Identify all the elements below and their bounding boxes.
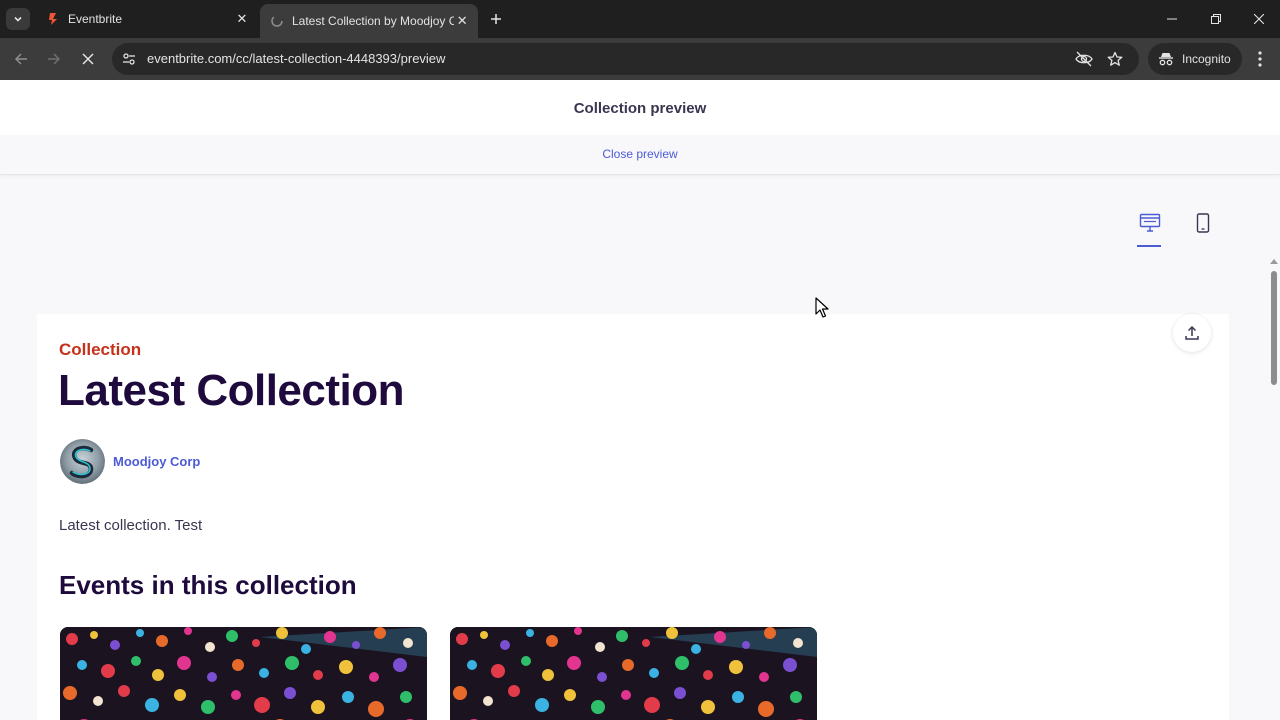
forward-arrow-icon <box>48 53 61 65</box>
eventbrite-favicon-icon <box>49 13 57 25</box>
loading-favicon-icon <box>271 15 283 27</box>
scrollbar-thumb[interactable] <box>1271 271 1277 385</box>
chevron-down-icon <box>14 16 22 22</box>
more-vertical-icon <box>1258 51 1262 67</box>
stop-loading-button[interactable] <box>76 47 100 71</box>
stop-icon <box>82 53 94 65</box>
tab-latest-collection[interactable]: Latest Collection by Moodjoy C ✕ <box>260 4 478 38</box>
page-scrollbar[interactable] <box>1268 257 1280 720</box>
tab-title: Eventbrite <box>68 12 123 26</box>
collection-description: Latest collection. Test <box>59 517 203 534</box>
incognito-icon <box>1159 53 1173 66</box>
page-viewport: Collection preview Close preview Collect… <box>0 81 1280 720</box>
scroll-up-arrow-icon[interactable] <box>1270 259 1278 264</box>
mobile-view-icon <box>1196 213 1210 233</box>
event-image <box>60 627 427 720</box>
incognito-label: Incognito <box>1182 52 1231 66</box>
back-button[interactable] <box>9 47 33 71</box>
browser-toolbar: eventbrite.com/cc/latest-collection-4448… <box>0 38 1280 80</box>
preview-header: Collection preview <box>0 81 1280 135</box>
close-preview-link[interactable]: Close preview <box>0 147 1280 161</box>
event-card[interactable] <box>450 627 817 720</box>
close-tab-icon[interactable]: ✕ <box>234 11 250 27</box>
desktop-view-icon <box>1139 213 1161 232</box>
tab-eventbrite[interactable]: Eventbrite ✕ <box>36 4 258 34</box>
forward-button[interactable] <box>42 47 66 71</box>
restore-button[interactable] <box>1194 0 1238 38</box>
minimize-button[interactable] <box>1150 0 1194 38</box>
tab-title: Latest Collection by Moodjoy C <box>292 14 455 28</box>
browser-tab-bar: Eventbrite ✕ Latest Collection by Moodjo… <box>0 0 1280 38</box>
close-preview-bar: Close preview <box>0 135 1280 175</box>
new-tab-button[interactable] <box>486 9 506 29</box>
close-window-button[interactable] <box>1237 0 1280 38</box>
bookmark-star-icon[interactable] <box>1107 51 1123 67</box>
plus-icon <box>491 14 501 24</box>
tracking-protection-eye-slash-icon[interactable] <box>1075 51 1093 67</box>
share-button[interactable] <box>1173 314 1211 352</box>
share-icon <box>1185 325 1199 340</box>
browser-menu-button[interactable] <box>1250 48 1270 70</box>
organizer-avatar[interactable] <box>60 439 105 484</box>
preview-title: Collection preview <box>573 100 707 117</box>
restore-icon <box>1211 14 1221 24</box>
url-text: eventbrite.com/cc/latest-collection-4448… <box>147 51 446 66</box>
address-bar[interactable]: eventbrite.com/cc/latest-collection-4448… <box>112 43 1139 75</box>
organizer-name-link[interactable]: Moodjoy Corp <box>113 454 200 469</box>
tab-search-button[interactable] <box>6 8 30 30</box>
desktop-view-toggle[interactable] <box>1137 213 1163 247</box>
back-arrow-icon <box>14 53 27 65</box>
close-tab-icon[interactable]: ✕ <box>454 13 470 29</box>
incognito-indicator[interactable]: Incognito <box>1148 43 1242 75</box>
collection-title: Latest Collection <box>58 366 405 415</box>
close-icon <box>1254 14 1264 24</box>
mobile-view-toggle[interactable] <box>1190 213 1216 243</box>
organizer-logo-icon <box>60 439 105 484</box>
collection-card: Collection Latest Collection Moodjoy Cor… <box>37 314 1229 720</box>
event-image <box>450 627 817 720</box>
event-card[interactable] <box>60 627 427 720</box>
site-info-icon[interactable] <box>122 52 136 66</box>
minimize-icon <box>1167 18 1177 20</box>
collection-kicker: Collection <box>59 340 142 359</box>
events-section-heading: Events in this collection <box>59 570 357 600</box>
mouse-cursor-icon <box>815 297 829 318</box>
